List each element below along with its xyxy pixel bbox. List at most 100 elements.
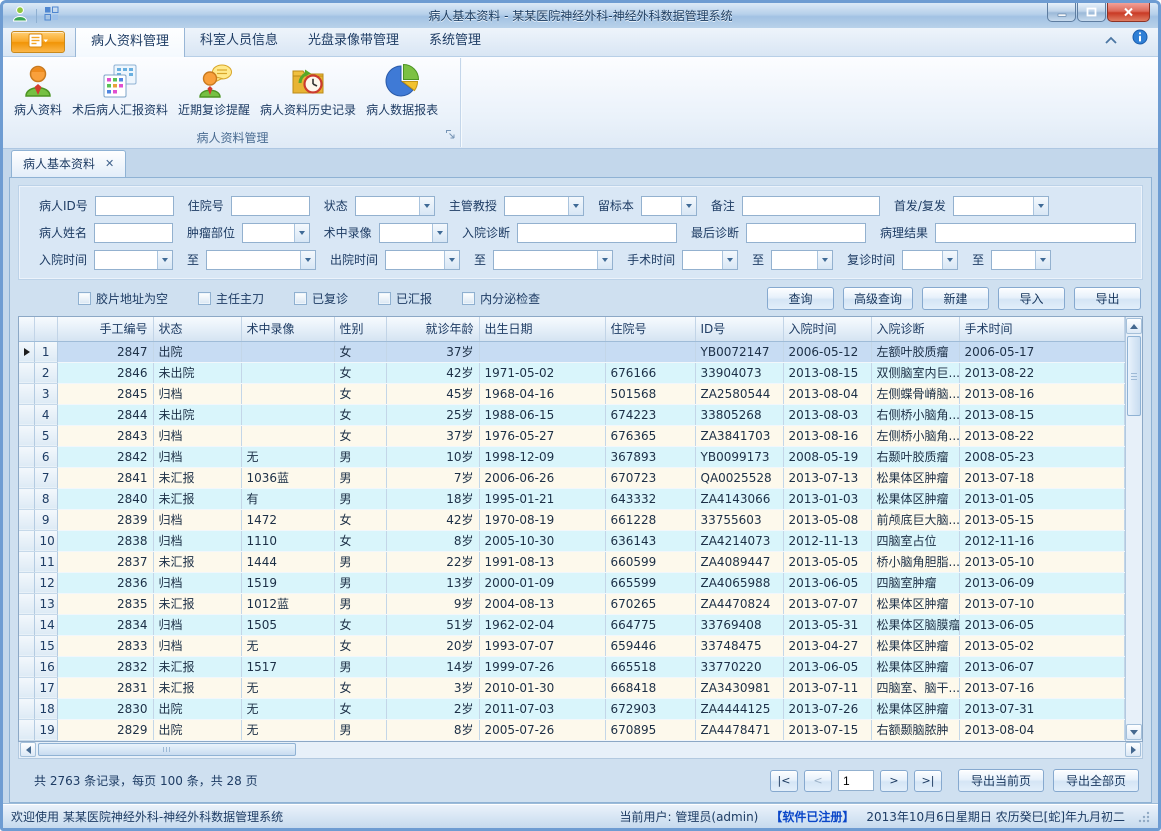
next-page-button[interactable]: > xyxy=(880,770,908,792)
table-row[interactable]: 152833归档无女20岁1993-07-0765944633748475201… xyxy=(19,635,1125,656)
revisit-date-to-combo[interactable] xyxy=(991,250,1051,270)
ribbon-tab-disc-video-management[interactable]: 光盘录像带管理 xyxy=(293,24,414,56)
chief-surgeon-checkbox[interactable]: 主任主刀 xyxy=(198,290,264,307)
ribbon-button-postop-report[interactable]: 术后病人汇报资料 xyxy=(67,61,173,120)
specimen-combo[interactable] xyxy=(641,196,697,216)
table-row[interactable]: 192829出院无男8岁2005-07-26670895ZA4478471201… xyxy=(19,719,1125,740)
status-combo[interactable] xyxy=(355,196,435,216)
admission-date-from-combo[interactable] xyxy=(94,250,173,270)
combo-dropdown-icon[interactable] xyxy=(1033,197,1048,215)
export-button[interactable]: 导出 xyxy=(1074,287,1141,310)
scroll-left-icon[interactable] xyxy=(20,742,36,757)
app-menu-button[interactable] xyxy=(11,31,65,53)
surgery-video-combo[interactable] xyxy=(379,223,448,243)
checkbox-icon[interactable] xyxy=(378,292,391,305)
page-number-input[interactable] xyxy=(838,770,874,791)
surgery-date-to-combo[interactable] xyxy=(771,250,833,270)
ribbon-collapse-icon[interactable] xyxy=(1104,30,1118,49)
import-button[interactable]: 导入 xyxy=(998,287,1065,310)
checkbox-icon[interactable] xyxy=(198,292,211,305)
admission-diagnosis-input[interactable] xyxy=(517,223,677,243)
vertical-scrollbar-thumb[interactable] xyxy=(1127,336,1141,416)
combo-dropdown-icon[interactable] xyxy=(294,224,309,242)
table-row[interactable]: 92839归档1472女42岁1970-08-19661228337556032… xyxy=(19,509,1125,530)
combo-dropdown-icon[interactable] xyxy=(419,197,434,215)
table-row[interactable]: 82840未汇报有男18岁1995-01-21643332ZA414306620… xyxy=(19,488,1125,509)
scroll-up-icon[interactable] xyxy=(1126,318,1142,334)
column-header-row-number[interactable] xyxy=(34,317,57,341)
ribbon-tab-system-management[interactable]: 系统管理 xyxy=(414,24,496,56)
scroll-right-icon[interactable] xyxy=(1125,742,1141,757)
table-row[interactable]: 112837未汇报1444男22岁1991-08-13660599ZA40894… xyxy=(19,551,1125,572)
table-row[interactable]: 172831未汇报无女3岁2010-01-30668418ZA343098120… xyxy=(19,677,1125,698)
combo-dropdown-icon[interactable] xyxy=(597,251,612,269)
layout-icon[interactable] xyxy=(44,6,59,25)
software-registered-link[interactable]: 【软件已注册】 xyxy=(770,808,854,825)
film-address-empty-checkbox[interactable]: 胶片地址为空 xyxy=(78,290,168,307)
combo-dropdown-icon[interactable] xyxy=(681,197,696,215)
prev-page-button[interactable]: < xyxy=(804,770,832,792)
table-row[interactable]: 142834归档1505女51岁1962-02-0466477533769408… xyxy=(19,614,1125,635)
endocrine-exam-checkbox[interactable]: 内分泌检查 xyxy=(462,290,540,307)
table-row[interactable]: 52843归档女37岁1976-05-27676365ZA38417032013… xyxy=(19,425,1125,446)
pathology-result-input[interactable] xyxy=(935,223,1136,243)
checkbox-icon[interactable] xyxy=(462,292,475,305)
table-row[interactable]: 32845归档女45岁1968-04-16501568ZA25805442013… xyxy=(19,383,1125,404)
revisit-date-from-combo[interactable] xyxy=(902,250,958,270)
patient-name-input[interactable] xyxy=(94,223,173,243)
revisited-checkbox[interactable]: 已复诊 xyxy=(294,290,348,307)
surgery-date-from-combo[interactable] xyxy=(682,250,738,270)
maximize-button[interactable] xyxy=(1077,3,1106,22)
remarks-input[interactable] xyxy=(742,196,880,216)
minimize-button[interactable] xyxy=(1047,3,1076,22)
first-page-button[interactable]: |< xyxy=(770,770,798,792)
table-row[interactable]: 62842归档无男10岁1998-12-09367893YB0099173200… xyxy=(19,446,1125,467)
close-button[interactable] xyxy=(1107,3,1150,22)
table-row[interactable]: 182830出院无女2岁2011-07-03672903ZA4444125201… xyxy=(19,698,1125,719)
table-row[interactable]: 122836归档1519男13岁2000-01-09665599ZA406598… xyxy=(19,572,1125,593)
horizontal-scrollbar[interactable] xyxy=(18,742,1143,759)
checkbox-icon[interactable] xyxy=(78,292,91,305)
last-page-button[interactable]: >| xyxy=(914,770,942,792)
column-header-id-no[interactable]: ID号 xyxy=(695,317,783,341)
inpatient-no-input[interactable] xyxy=(231,196,310,216)
table-row[interactable]: 22846未出院女42岁1971-05-02676166339040732013… xyxy=(19,362,1125,383)
column-header-selector[interactable] xyxy=(19,317,34,341)
scroll-down-icon[interactable] xyxy=(1126,724,1142,740)
export-current-page-button[interactable]: 导出当前页 xyxy=(958,769,1044,792)
combo-dropdown-icon[interactable] xyxy=(432,224,447,242)
final-diagnosis-input[interactable] xyxy=(746,223,866,243)
app-logo-icon[interactable] xyxy=(11,5,29,27)
onset-recurrence-combo[interactable] xyxy=(953,196,1049,216)
advanced-query-button[interactable]: 高级查询 xyxy=(843,287,913,310)
combo-dropdown-icon[interactable] xyxy=(1035,251,1050,269)
combo-dropdown-icon[interactable] xyxy=(942,251,957,269)
horizontal-scrollbar-thumb[interactable] xyxy=(38,743,296,756)
table-row[interactable]: 102838归档1110女8岁2005-10-30636143ZA4214073… xyxy=(19,530,1125,551)
query-button[interactable]: 查询 xyxy=(767,287,834,310)
discharge-date-to-combo[interactable] xyxy=(493,250,613,270)
combo-dropdown-icon[interactable] xyxy=(568,197,583,215)
combo-dropdown-icon[interactable] xyxy=(444,251,459,269)
column-header-sex[interactable]: 性别 xyxy=(334,317,386,341)
table-row[interactable]: 132835未汇报1012蓝男9岁2004-08-13670265ZA44708… xyxy=(19,593,1125,614)
patient-id-input[interactable] xyxy=(95,196,174,216)
dialog-launcher-icon[interactable] xyxy=(445,129,456,143)
combo-dropdown-icon[interactable] xyxy=(157,251,172,269)
resize-grip-icon[interactable] xyxy=(1137,810,1150,823)
new-button[interactable]: 新建 xyxy=(922,287,989,310)
checkbox-icon[interactable] xyxy=(294,292,307,305)
column-header-birth-date[interactable]: 出生日期 xyxy=(479,317,605,341)
export-all-pages-button[interactable]: 导出全部页 xyxy=(1053,769,1139,792)
table-row[interactable]: 162832未汇报1517男14岁1999-07-266655183377022… xyxy=(19,656,1125,677)
ribbon-button-revisit-reminder[interactable]: 近期复诊提醒 xyxy=(173,61,255,120)
column-header-admission-date[interactable]: 入院时间 xyxy=(783,317,871,341)
admission-date-to-combo[interactable] xyxy=(206,250,316,270)
tab-close-icon[interactable]: ✕ xyxy=(105,158,114,169)
column-header-age-at-visit[interactable]: 就诊年龄 xyxy=(386,317,479,341)
column-header-surgery-video[interactable]: 术中录像 xyxy=(241,317,334,341)
info-icon[interactable] xyxy=(1132,29,1148,49)
document-tab-patient-basic-info[interactable]: 病人基本资料 ✕ xyxy=(11,150,126,177)
ribbon-button-patient-data[interactable]: 病人资料 xyxy=(9,61,67,120)
tumor-site-combo[interactable] xyxy=(242,223,310,243)
